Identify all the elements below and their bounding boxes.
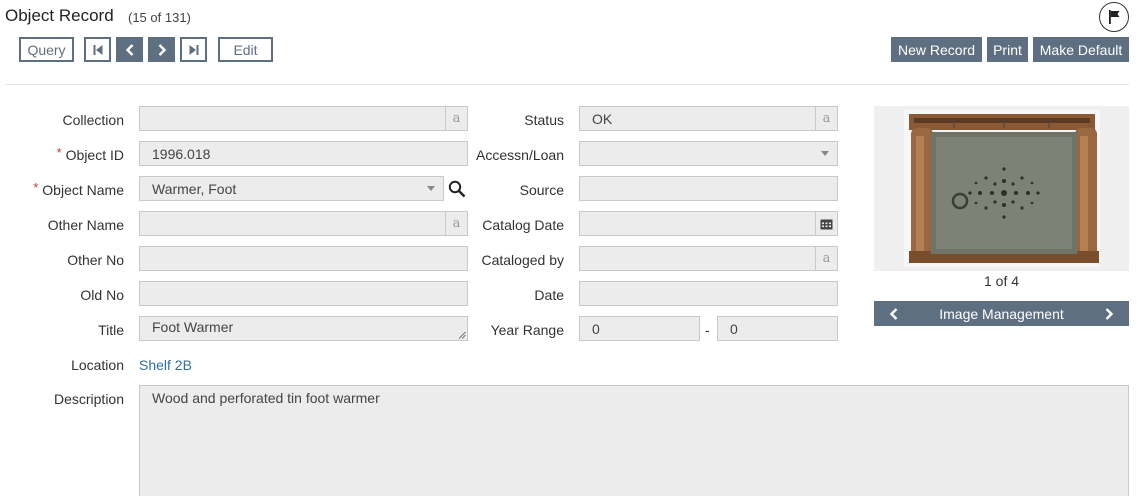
next-record-button[interactable] [148, 37, 175, 62]
year-range-from-field[interactable]: 0 [579, 316, 700, 341]
query-button[interactable]: Query [19, 37, 74, 62]
record-count: (15 of 131) [128, 10, 191, 25]
new-record-button[interactable]: New Record [891, 37, 982, 62]
title-field[interactable]: Foot Warmer [139, 316, 468, 341]
edit-button[interactable]: Edit [218, 37, 273, 62]
accessn-loan-select[interactable] [579, 141, 838, 166]
location-label: Location [71, 357, 124, 373]
title-label: Title [98, 322, 124, 338]
other-no-field[interactable] [139, 246, 468, 271]
authority-marker: a [445, 107, 467, 130]
image-management-button[interactable]: Image Management [914, 301, 1089, 326]
object-name-search-button[interactable] [446, 176, 468, 201]
status-field[interactable]: OK a [579, 106, 838, 131]
date-field[interactable] [579, 281, 838, 306]
year-range-label: Year Range [490, 322, 564, 338]
object-name-field[interactable]: Warmer, Foot [139, 176, 444, 201]
page-title: Object Record [5, 6, 114, 25]
search-icon [448, 180, 466, 197]
authority-marker: a [815, 247, 837, 270]
authority-marker: a [815, 107, 837, 130]
object-id-label: * Object ID [56, 145, 124, 163]
catalog-date-field[interactable] [579, 211, 838, 236]
description-label: Description [53, 391, 124, 407]
chevron-left-icon [889, 307, 898, 320]
image-counter: 1 of 4 [983, 273, 1020, 289]
chevron-right-icon [1105, 307, 1114, 320]
other-name-label: Other Name [47, 217, 124, 233]
cataloged-by-label: Cataloged by [481, 252, 564, 268]
last-record-button[interactable] [180, 37, 207, 62]
location-link[interactable]: Shelf 2B [139, 357, 192, 373]
other-no-label: Other No [67, 252, 124, 268]
required-marker: * [56, 145, 62, 160]
other-name-field[interactable]: a [139, 211, 468, 236]
old-no-label: Old No [80, 287, 124, 303]
status-label: Status [524, 112, 564, 128]
print-button[interactable]: Print [987, 37, 1028, 62]
divider [5, 84, 1129, 85]
required-marker: * [33, 180, 39, 195]
collection-field[interactable]: a [139, 106, 468, 131]
old-no-field[interactable] [139, 281, 468, 306]
collection-label: Collection [62, 112, 124, 128]
description-field[interactable]: Wood and perforated tin foot warmer [139, 385, 1129, 496]
first-record-button[interactable] [84, 37, 111, 62]
authority-marker: a [445, 212, 467, 235]
flag-button[interactable] [1099, 2, 1129, 32]
first-record-icon [93, 44, 102, 55]
year-range-to-field[interactable]: 0 [717, 316, 838, 341]
year-range-separator: - [705, 322, 710, 338]
object-name-label: * Object Name [33, 180, 124, 198]
source-field[interactable] [579, 176, 838, 201]
calendar-button[interactable] [815, 212, 837, 235]
prev-record-button[interactable] [116, 37, 143, 62]
previous-image-button[interactable] [874, 301, 914, 326]
catalog-date-label: Catalog Date [482, 217, 564, 233]
image-management-bar: Image Management [874, 301, 1129, 326]
date-label: Date [534, 287, 564, 303]
calendar-icon [820, 219, 833, 229]
accessn-loan-label: Accessn/Loan [476, 147, 564, 163]
next-image-button[interactable] [1089, 301, 1129, 326]
prev-record-icon [125, 43, 133, 56]
next-record-icon [158, 43, 166, 56]
object-image[interactable] [874, 106, 1129, 271]
chevron-down-icon [821, 151, 829, 156]
flag-icon [1109, 10, 1120, 24]
chevron-down-icon [427, 186, 435, 191]
object-image-panel [874, 106, 1129, 271]
make-default-button[interactable]: Make Default [1033, 37, 1129, 62]
object-id-field[interactable]: 1996.018 [139, 141, 468, 166]
cataloged-by-field[interactable]: a [579, 246, 838, 271]
source-label: Source [519, 182, 564, 198]
last-record-icon [189, 44, 198, 55]
resize-handle-icon [458, 331, 466, 339]
